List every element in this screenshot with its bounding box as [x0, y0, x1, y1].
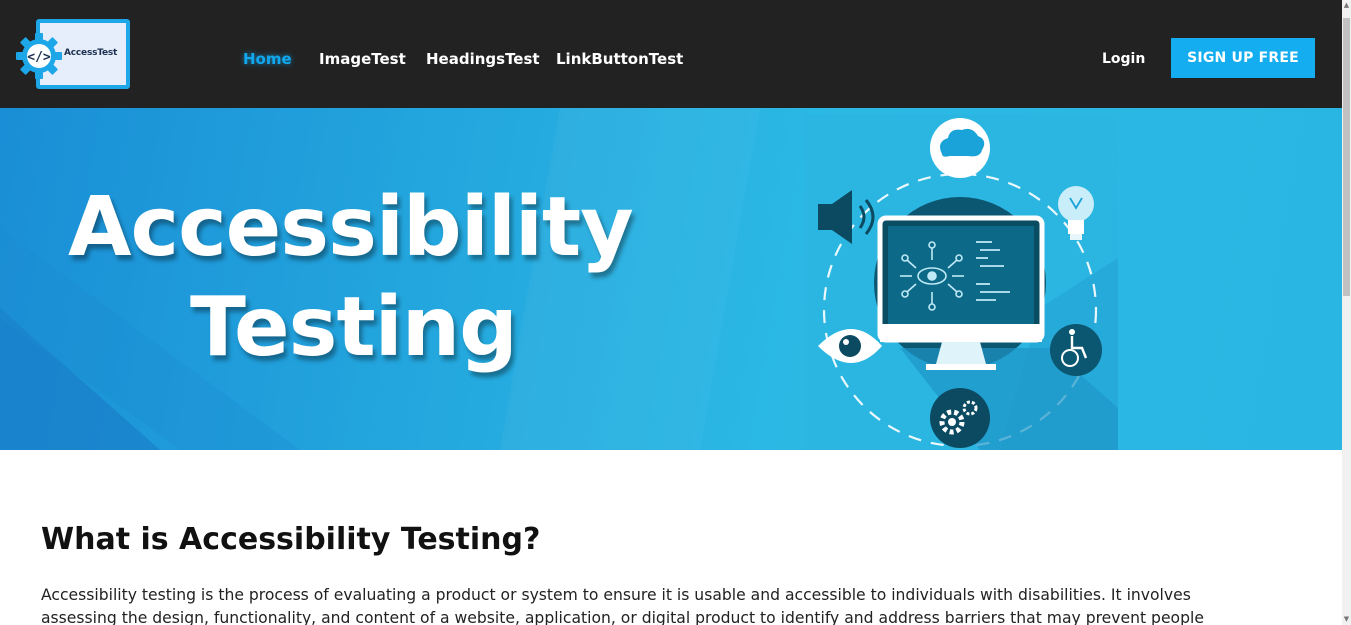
- hero-banner: Accessibility Testing: [0, 108, 1342, 450]
- hero-heading: Accessibility Testing: [0, 108, 690, 450]
- scroll-down-arrow-icon[interactable]: ▼: [1342, 614, 1351, 623]
- nav-imagetest[interactable]: ImageTest: [319, 50, 406, 68]
- section-body: Accessibility testing is the process of …: [41, 586, 1204, 625]
- hero-title-line1: Accessibility: [68, 180, 634, 275]
- page-scrollbar[interactable]: ▲ ▼: [1342, 0, 1351, 625]
- login-link[interactable]: Login: [1102, 51, 1145, 67]
- logo[interactable]: </> AccessTest: [14, 17, 132, 91]
- nav-linkbuttontest[interactable]: LinkButtonTest: [556, 50, 683, 68]
- svg-text:</>: </>: [27, 50, 51, 65]
- brain-icon: [930, 118, 990, 178]
- gears-icon: [930, 388, 990, 448]
- nav-home[interactable]: Home: [243, 50, 292, 68]
- hero-title-line2: Testing: [190, 280, 518, 375]
- section-title: What is Accessibility Testing?: [41, 522, 541, 557]
- nav-headingstest[interactable]: HeadingsTest: [426, 50, 540, 68]
- logo-text: AccessTest: [64, 48, 118, 58]
- site-header: </> AccessTest Home ImageTest HeadingsTe…: [0, 0, 1342, 108]
- code-gear-icon: </>: [16, 33, 62, 79]
- scroll-thumb[interactable]: [1343, 18, 1350, 296]
- scroll-up-arrow-icon[interactable]: ▲: [1342, 0, 1351, 9]
- wheelchair-icon: [1050, 324, 1102, 376]
- sign-up-button[interactable]: SIGN UP FREE: [1171, 38, 1315, 78]
